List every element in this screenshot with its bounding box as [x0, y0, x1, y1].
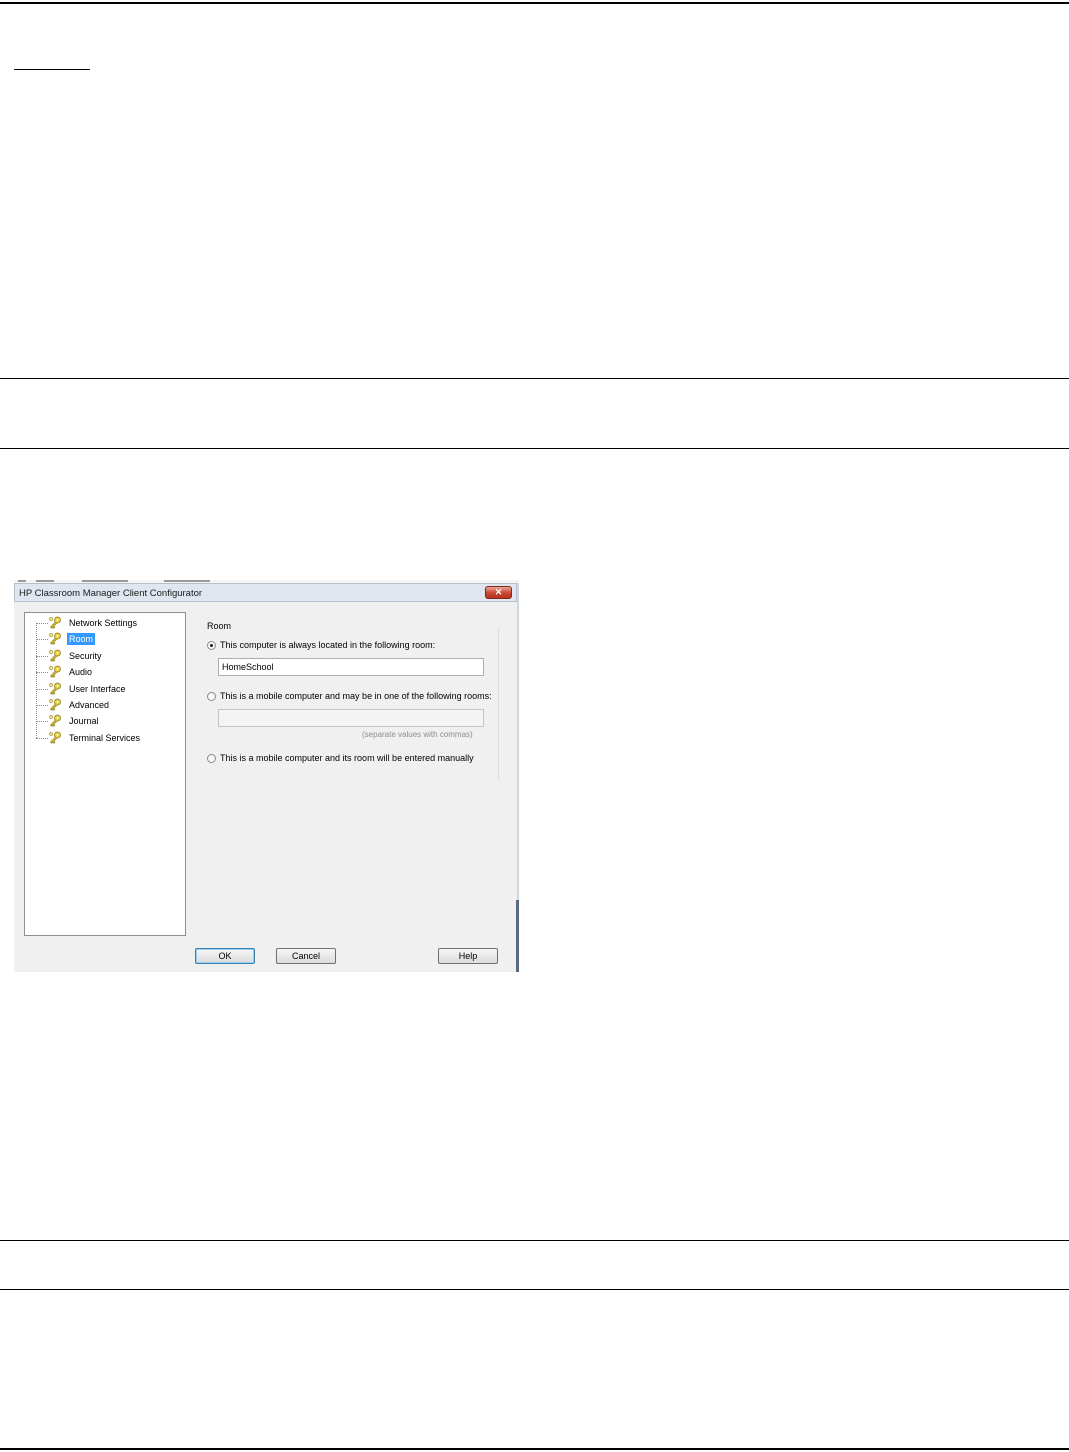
tree-item-label: User Interface [69, 683, 126, 694]
tree-item-user-interface[interactable]: User Interface [36, 682, 184, 696]
tree-connector [36, 705, 48, 706]
tree-item-journal[interactable]: Journal [36, 714, 184, 728]
tree-item-terminal-services[interactable]: Terminal Services [36, 731, 184, 745]
key-icon [48, 665, 62, 679]
fixed-room-radio[interactable] [207, 641, 216, 650]
tree-connector [36, 737, 48, 739]
dialog-title: HP Classroom Manager Client Configurator [19, 588, 203, 599]
tree-item-label: Terminal Services [69, 732, 141, 743]
room-group-title: Room [207, 621, 232, 631]
mobile-manual-radio[interactable] [207, 754, 216, 763]
help-button[interactable]: Help [438, 948, 498, 964]
mobile-manual-label[interactable]: This is a mobile computer and its room w… [220, 753, 474, 763]
key-icon [48, 616, 62, 630]
title-bar[interactable]: HP Classroom Manager Client Configurator… [14, 583, 517, 602]
tree-item-label: Journal [69, 716, 99, 727]
key-icon [48, 649, 62, 663]
room-name-input[interactable]: HomeSchool [218, 658, 484, 676]
page-top-rule [0, 2, 1069, 4]
page-bottom-rule [0, 1448, 1069, 1450]
close-icon: ✕ [494, 587, 503, 597]
tree-item-audio[interactable]: Audio [36, 665, 184, 679]
tree-connector [36, 688, 48, 690]
mobile-list-radio[interactable] [207, 692, 216, 701]
section-rule [0, 448, 1069, 449]
close-button[interactable]: ✕ [485, 586, 512, 599]
tree-connector [36, 639, 48, 641]
section-rule [0, 1240, 1069, 1241]
client-configurator-dialog: HP Classroom Manager Client Configurator… [14, 580, 519, 972]
tree-item-label: Room [67, 633, 96, 646]
fixed-room-label[interactable]: This computer is always located in the f… [220, 640, 435, 650]
tree-item-label: Network Settings [69, 618, 138, 628]
rooms-hint: (separate values with commas) [362, 730, 473, 739]
key-icon [48, 682, 62, 696]
key-icon [48, 632, 62, 646]
ok-button[interactable]: OK [195, 948, 255, 964]
tree-item-label: Security [69, 650, 102, 661]
mobile-list-label[interactable]: This is a mobile computer and may be in … [220, 691, 492, 701]
tree-connector [36, 672, 48, 674]
tree-item-label: Audio [69, 667, 93, 678]
tree-item-label: Advanced [69, 700, 110, 710]
tree-item-network-settings[interactable]: Network Settings [36, 616, 184, 630]
rooms-list-input[interactable] [218, 709, 484, 727]
heading-underline [14, 69, 90, 70]
key-icon [48, 714, 62, 728]
tree-connector [36, 623, 48, 624]
section-rule [0, 1289, 1069, 1290]
settings-tree[interactable]: Network Settings Room Security Audio User In… [24, 612, 186, 936]
section-rule [0, 378, 1069, 379]
tree-item-security[interactable]: Security [36, 649, 184, 663]
tree-item-advanced[interactable]: Advanced [36, 698, 184, 712]
tree-item-room[interactable]: Room [36, 632, 184, 646]
tree-connector [36, 721, 48, 723]
key-icon [48, 698, 62, 712]
cancel-button[interactable]: Cancel [276, 948, 336, 964]
tree-connector [36, 655, 48, 657]
window-frame-shadow [516, 900, 519, 972]
key-icon [48, 731, 62, 745]
